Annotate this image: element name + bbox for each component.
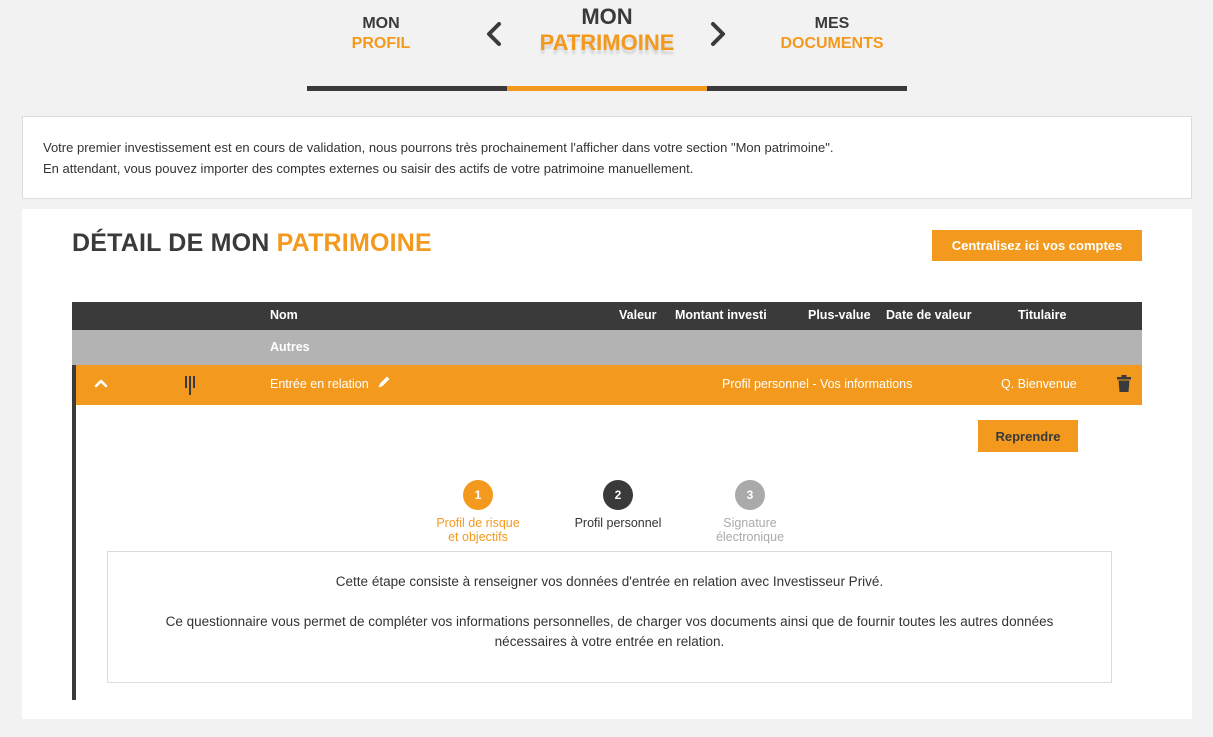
header-valeur[interactable]: Valeur xyxy=(619,308,657,322)
pencil-icon[interactable] xyxy=(377,375,391,392)
header-nom[interactable]: Nom xyxy=(270,308,298,322)
step-3: 3 Signature électronique xyxy=(700,480,800,544)
step-label-line1: Signature xyxy=(723,516,777,530)
info-paragraph-2: Ce questionnaire vous permet de compléte… xyxy=(165,614,1054,649)
chevron-left-icon[interactable] xyxy=(483,20,507,48)
row-name: Entrée en relation xyxy=(270,377,369,391)
table-row[interactable]: Entrée en relation Profil personnel - Vo… xyxy=(72,365,1142,405)
table-header: Nom Valeur Montant investi Plus-value Da… xyxy=(72,302,1142,330)
page-title: DÉTAIL DE MON PATRIMOINE xyxy=(72,229,432,258)
step-label-line1: Profil de risque xyxy=(436,516,520,530)
nav-label-line1: MON xyxy=(362,15,400,32)
step-1: 1 Profil de risque et objectifs xyxy=(428,480,528,544)
nav-label-line2: PROFIL xyxy=(351,35,411,52)
row-status: Profil personnel - Vos informations xyxy=(722,377,913,391)
nav-mon-profil[interactable]: MON PROFIL xyxy=(337,14,425,54)
nav-mes-documents[interactable]: MES DOCUMENTS xyxy=(767,14,897,54)
step-2: 2 Profil personnel xyxy=(568,480,668,530)
nav-label-line2: DOCUMENTS xyxy=(780,35,884,52)
nav-label-line1: MES xyxy=(814,15,850,32)
chevron-up-icon[interactable] xyxy=(94,375,108,394)
step-label-line1: Profil personnel xyxy=(574,516,662,530)
step-number-badge: 1 xyxy=(463,480,493,510)
nav-indicator-active xyxy=(507,86,707,91)
nav-indicator-left xyxy=(307,86,507,91)
patrimoine-panel: DÉTAIL DE MON PATRIMOINE Centralisez ici… xyxy=(22,209,1192,719)
group-row-autres: Autres xyxy=(72,330,1142,365)
title-main: DÉTAIL DE MON xyxy=(72,229,277,257)
resume-button[interactable]: Reprendre xyxy=(978,420,1078,452)
row-detail-panel: Reprendre 1 Profil de risque et objectif… xyxy=(72,405,1142,700)
centralize-accounts-button[interactable]: Centralisez ici vos comptes xyxy=(932,230,1142,261)
notice-line1: Votre premier investissement est en cour… xyxy=(43,140,834,155)
nav-label-line2: PATRIMOINE xyxy=(539,30,675,55)
trash-icon[interactable] xyxy=(1117,375,1131,396)
group-label: Autres xyxy=(270,340,310,354)
step-info-box: Cette étape consiste à renseigner vos do… xyxy=(107,551,1112,683)
nav-mon-patrimoine[interactable]: MON PATRIMOINE xyxy=(527,4,687,56)
step-number-badge: 2 xyxy=(603,480,633,510)
validation-notice: Votre premier investissement est en cour… xyxy=(22,116,1192,199)
title-accent: PATRIMOINE xyxy=(276,229,432,257)
step-label-line2: électronique xyxy=(715,530,785,544)
chevron-right-icon[interactable] xyxy=(705,20,729,48)
step-label-line2: et objectifs xyxy=(448,530,508,544)
row-holder: Q. Bienvenue xyxy=(1001,377,1077,391)
header-montant-investi[interactable]: Montant investi xyxy=(675,308,767,322)
header-titulaire[interactable]: Titulaire xyxy=(1018,308,1066,322)
category-icon xyxy=(184,375,198,400)
header-date-de-valeur[interactable]: Date de valeur xyxy=(886,308,971,322)
nav-indicator-right xyxy=(707,86,907,91)
nav-label-line1: MON xyxy=(581,4,633,29)
header-plus-value[interactable]: Plus-value xyxy=(808,308,871,322)
info-paragraph-1: Cette étape consiste à renseigner vos do… xyxy=(335,574,884,589)
patrimoine-table: Nom Valeur Montant investi Plus-value Da… xyxy=(72,302,1142,700)
top-navigation: MON PROFIL MON PATRIMOINE MES DOCUMENTS xyxy=(307,0,907,92)
step-number-badge: 3 xyxy=(735,480,765,510)
notice-line2: En attendant, vous pouvez importer des c… xyxy=(43,161,694,176)
